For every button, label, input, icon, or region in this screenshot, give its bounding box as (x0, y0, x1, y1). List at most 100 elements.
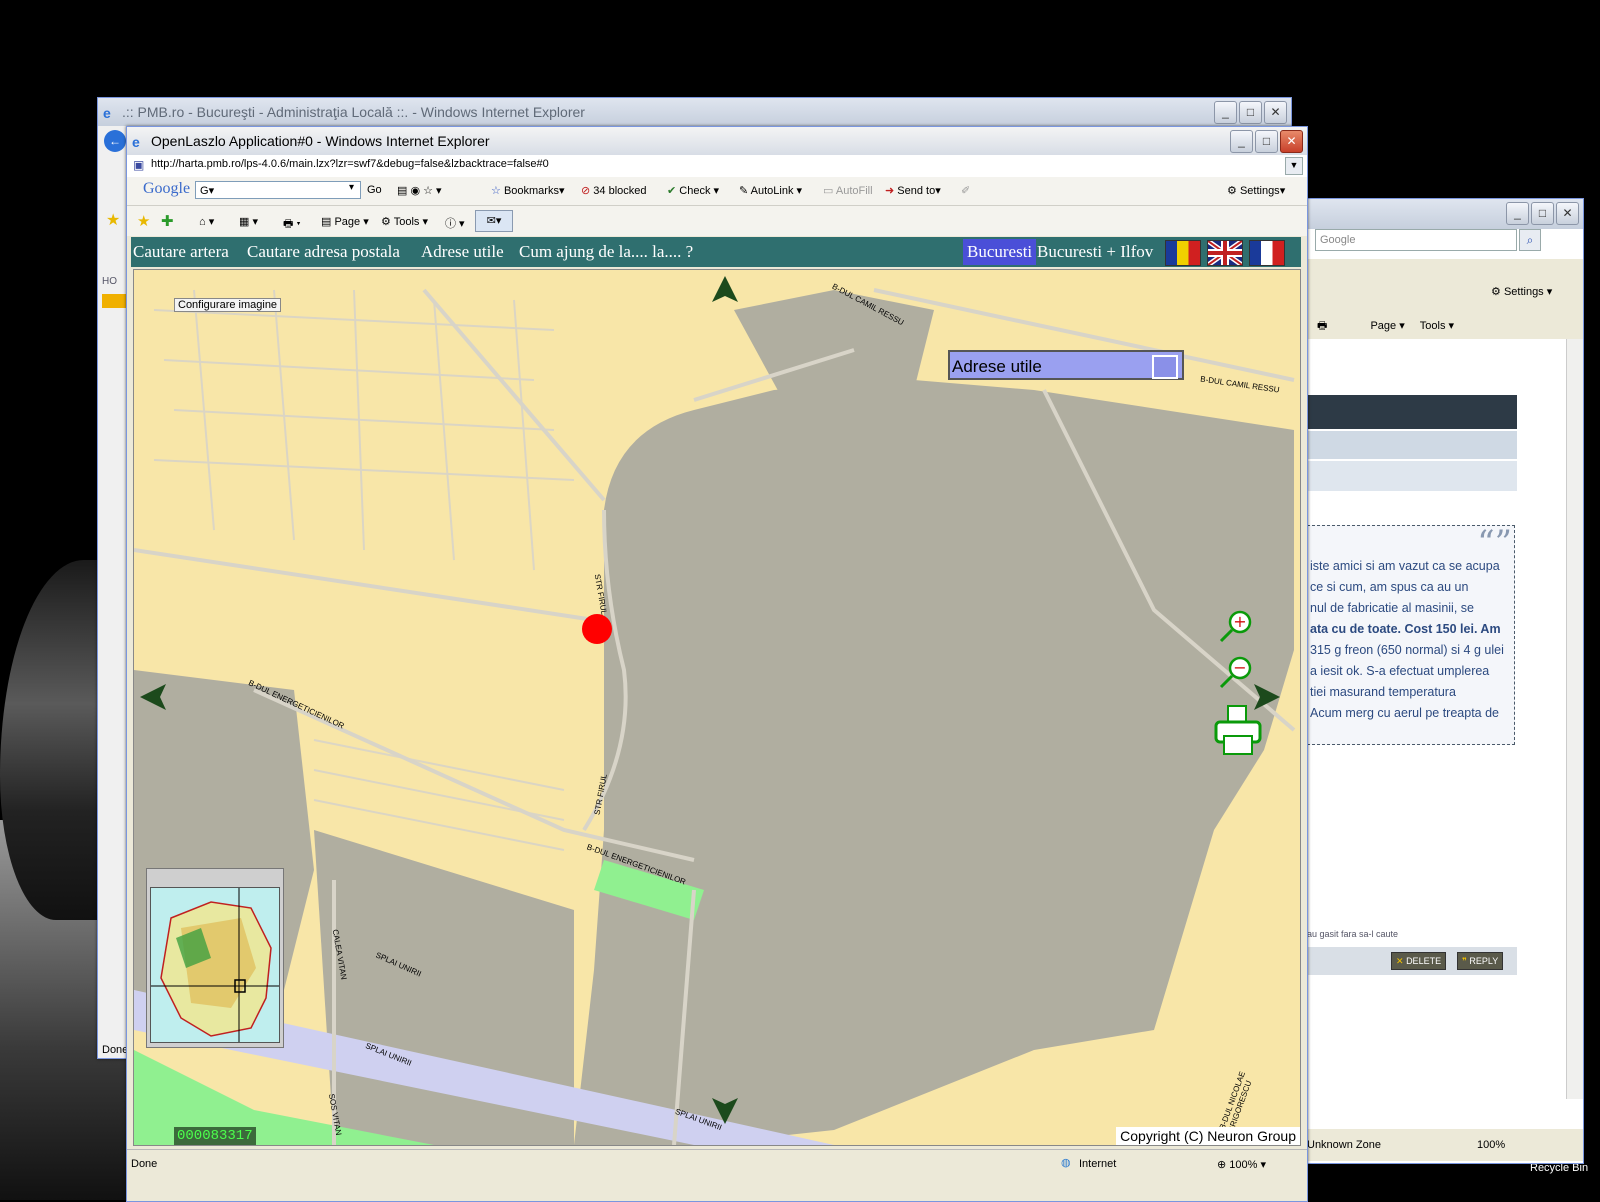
uk-flag-graphic (1206, 238, 1244, 268)
bookmarks-menu[interactable]: ☆ Bookmarks▾ (491, 184, 565, 197)
forum-status-bar: Unknown Zone 100% (1301, 1129, 1583, 1161)
favorites-star-icon[interactable]: ★ (106, 210, 120, 230)
forum-note: au gasit fara sa-l caute (1307, 929, 1399, 939)
map-window-title: OpenLaszlo Application#0 - Windows Inter… (151, 133, 490, 149)
address-bar[interactable]: ▣ http://harta.pmb.ro/lps-4.0.6/main.lzx… (127, 155, 1307, 178)
nav-bucuresti[interactable]: Bucuresti (963, 239, 1037, 265)
svg-text:−: − (1233, 658, 1246, 677)
pan-left-arrow-icon[interactable] (138, 682, 168, 712)
copyright-text: Copyright (C) Neuron Group (1116, 1127, 1300, 1145)
nav-cautare-adresa[interactable]: Cautare adresa postala (247, 242, 400, 262)
minimize-button[interactable]: _ (1506, 202, 1529, 225)
map-title-bar[interactable]: e OpenLaszlo Application#0 - Windows Int… (127, 127, 1307, 155)
zoom-level[interactable]: 100% (1477, 1133, 1505, 1157)
close-button[interactable]: ✕ (1264, 101, 1287, 124)
pmb-title-bar[interactable]: e .:: PMB.ro - Bucureşti - Administraţia… (98, 98, 1291, 126)
popup-blocker[interactable]: ⊘ 34 blocked (581, 184, 647, 197)
reply-button[interactable]: ❞ REPLY (1457, 952, 1504, 970)
minimize-button[interactable]: _ (1230, 130, 1253, 153)
quote-mark-icon: “” (1477, 525, 1512, 563)
google-go-button[interactable]: Go (367, 184, 382, 196)
forum-command-bar: 🖶 Page ▾ Tools ▾ (1317, 320, 1455, 332)
french-flag-icon[interactable] (1249, 240, 1285, 266)
configure-image-button[interactable]: Configurare imagine (174, 298, 282, 312)
forum-title-bar[interactable]: _ □ ✕ (1301, 199, 1583, 229)
messenger-icon[interactable]: ✉▾ (475, 210, 513, 232)
google-toolbar: Google G▾ ▾ Go ▤ ◉ ☆ ▾ ☆ Bookmarks▾ ⊘ 34… (127, 177, 1307, 206)
minimize-button[interactable]: _ (1214, 101, 1237, 124)
location-marker[interactable] (582, 614, 612, 644)
search-icon[interactable]: ⌕ (1519, 229, 1541, 251)
nav-cautare-artera[interactable]: Cautare artera (133, 242, 229, 262)
star-icon: ☆ (491, 185, 501, 197)
page-menu[interactable]: ▤ Page ▾ (321, 215, 369, 228)
adrese-utile-panel[interactable]: Adrese utile (948, 350, 1184, 380)
send-icon: ➜ (885, 185, 895, 197)
feeds-icon[interactable]: ▦ ▾ (239, 215, 258, 228)
back-arrow-icon[interactable]: ← (104, 130, 126, 152)
delete-icon: ✕ (1396, 956, 1404, 966)
maximize-button[interactable]: □ (1255, 130, 1278, 153)
sendto-menu[interactable]: ➜ Send to▾ (885, 184, 941, 197)
gear-icon: ⚙ (381, 216, 391, 228)
google-settings-menu[interactable]: ⚙ Settings▾ (1227, 184, 1285, 197)
gear-icon: ⚙ (1491, 286, 1501, 298)
map-canvas[interactable]: B-DUL CAMIL RESSU B-DUL CAMIL RESSU STR … (133, 269, 1301, 1146)
home-icon[interactable]: ⌂ ▾ (199, 215, 214, 228)
quote-line: a iesit ok. S-a efectuat umplerea (1310, 664, 1490, 678)
pmb-status-text: Done (102, 1044, 129, 1056)
forum-browser-window[interactable]: _ □ ✕ Google ⌕ ⚙ Settings ▾ 🖶 Page ▾ Too… (1300, 198, 1584, 1164)
search-dropdown-icon[interactable]: ▾ (349, 182, 354, 193)
favorites-star-icon[interactable]: ★ (137, 212, 150, 230)
romanian-flag-icon[interactable] (1165, 240, 1201, 266)
maximize-button[interactable]: □ (1239, 101, 1262, 124)
close-button[interactable]: ✕ (1556, 202, 1579, 225)
quote-line: tiei masurand temperatura (1310, 685, 1456, 699)
quote-line: nul de fabricatie al masinii, se (1310, 601, 1474, 615)
quote-line: ata cu de toate. Cost 150 lei. Am (1310, 622, 1501, 636)
highlighter-icon[interactable]: ✐ (961, 184, 970, 197)
ie-icon: e (103, 105, 111, 121)
print-icon[interactable]: 🖶 (1317, 320, 1327, 332)
nav-cum-ajung[interactable]: Cum ajung de la.... la.... ? (519, 242, 693, 262)
nav-adrese-utile[interactable]: Adrese utile (421, 242, 504, 262)
page-menu[interactable]: Page (1370, 320, 1396, 332)
forum-band (1307, 461, 1517, 491)
google-search-input[interactable]: G▾ (195, 181, 361, 199)
zoom-level[interactable]: ⊕ 100% ▾ (1217, 1158, 1266, 1171)
search-field[interactable]: Google (1315, 229, 1517, 251)
pan-down-arrow-icon[interactable] (710, 1096, 740, 1126)
delete-button[interactable]: ✕ DELETE (1391, 952, 1447, 970)
window-icon[interactable] (1152, 355, 1178, 379)
zoom-out-icon[interactable]: − (1218, 654, 1254, 690)
address-dropdown-icon[interactable]: ▼ (1285, 157, 1303, 175)
map-browser-window[interactable]: e OpenLaszlo Application#0 - Windows Int… (126, 126, 1308, 1202)
help-icon[interactable]: ⓘ ▾ (445, 215, 465, 231)
uk-flag-icon[interactable] (1206, 238, 1244, 268)
print-map-icon[interactable] (1214, 704, 1264, 758)
maximize-button[interactable]: □ (1531, 202, 1554, 225)
address-url[interactable]: http://harta.pmb.ro/lps-4.0.6/main.lzx?l… (151, 158, 549, 170)
close-button[interactable]: ✕ (1280, 130, 1303, 153)
vertical-scrollbar[interactable] (1566, 339, 1583, 1099)
nav-bucuresti-ilfov[interactable]: Bucuresti + Ilfov (1037, 242, 1153, 262)
check-icon: ✔ (667, 185, 677, 197)
minimap-view[interactable] (150, 887, 280, 1043)
blocked-icon: ⊘ (581, 185, 591, 197)
autofill-button[interactable]: ▭ AutoFill (823, 184, 873, 197)
pan-up-arrow-icon[interactable] (710, 274, 740, 304)
toolbar-buttons-icons[interactable]: ▤ ◉ ☆ ▾ (397, 184, 442, 197)
autolink-menu[interactable]: ✎ AutoLink ▾ (739, 184, 802, 197)
settings-menu[interactable]: ⚙ Settings ▾ (1491, 285, 1552, 298)
spell-check-menu[interactable]: ✔ Check ▾ (667, 184, 719, 197)
quote-line: iste amici si am vazut ca se acupa (1310, 559, 1500, 573)
ie-command-bar: ★ ✚ ⌂ ▾ ▦ ▾ 🖶 ▾ ▤ Page ▾ ⚙ Tools ▾ ⓘ ▾ ✉… (127, 206, 1307, 236)
zoom-in-icon[interactable]: + (1218, 608, 1254, 644)
pmb-window-title: .:: PMB.ro - Bucureşti - Administraţia L… (122, 104, 585, 120)
tools-menu[interactable]: ⚙ Tools ▾ (381, 215, 428, 228)
pmb-side-strip: ← ★ HO Done (98, 126, 128, 1058)
tools-menu[interactable]: Tools (1420, 320, 1446, 332)
overview-minimap[interactable] (146, 868, 284, 1048)
print-icon[interactable]: 🖶 ▾ (283, 215, 301, 234)
add-favorite-icon[interactable]: ✚ (161, 212, 174, 230)
